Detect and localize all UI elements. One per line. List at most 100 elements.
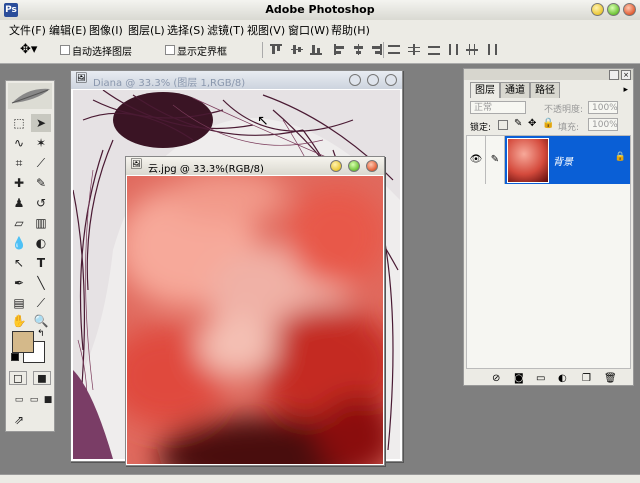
zoom-tool-icon[interactable]: 🔍	[31, 312, 51, 330]
clone-stamp-icon[interactable]: ♟	[9, 194, 29, 212]
fill-label: 填充:	[558, 123, 580, 133]
maximize-button[interactable]	[607, 3, 620, 16]
add-mask-icon[interactable]: ◙	[514, 373, 524, 384]
close-button[interactable]	[623, 3, 636, 16]
visibility-eye-icon[interactable]: 👁	[467, 136, 486, 184]
cursor-icon: ↖	[257, 113, 269, 129]
show-bounds-checkbox[interactable]	[165, 45, 175, 55]
type-tool-icon[interactable]: T	[31, 254, 51, 272]
eyedropper-icon[interactable]: ⟋	[31, 294, 51, 312]
menu-edit[interactable]: 编辑(E)	[49, 22, 87, 38]
menu-view[interactable]: 视图(V)	[247, 22, 285, 38]
move-tool-preset-icon[interactable]: ✥▾	[20, 42, 37, 57]
swap-colors-icon[interactable]: ↰	[37, 329, 45, 339]
doc-maximize-button[interactable]	[348, 160, 360, 172]
move-tool-icon[interactable]: ➤	[31, 114, 51, 132]
tab-channels[interactable]: 通道	[500, 82, 530, 98]
align-hcenter-icon[interactable]	[353, 44, 365, 55]
cloud-canvas[interactable]	[127, 176, 383, 464]
layer-selected-background[interactable]: 背景 🔒	[505, 136, 630, 184]
lasso-tool-icon[interactable]: ∿	[9, 134, 29, 152]
document-title-bar[interactable]: 🖼 云.jpg @ 33.3%(RGB/8)	[126, 157, 384, 175]
align-left-icon[interactable]	[334, 44, 346, 55]
standard-mode-icon[interactable]: ◻	[9, 371, 27, 385]
doc-close-button[interactable]	[385, 74, 397, 86]
options-bar: ✥▾ 自动选择图层 显示定界框	[0, 37, 640, 64]
distribute-vcenter-icon[interactable]	[408, 44, 420, 55]
line-tool-icon[interactable]: ╲	[31, 274, 51, 292]
blur-tool-icon[interactable]: 💧	[9, 234, 29, 252]
distribute-hcenter-icon[interactable]	[466, 44, 478, 55]
document-title: Diana @ 33.3% (图层 1,RGB/8)	[93, 78, 246, 89]
menu-select[interactable]: 选择(S)	[167, 22, 205, 38]
history-brush-icon[interactable]: ↺	[31, 194, 51, 212]
document-title-bar[interactable]: 🖼 Diana @ 33.3% (图层 1,RGB/8)	[71, 71, 402, 89]
layer-lock-icon: 🔒	[614, 152, 626, 162]
palette-menu-icon[interactable]: ▸	[623, 85, 628, 95]
minimize-button[interactable]	[591, 3, 604, 16]
separator	[383, 42, 384, 58]
menu-image[interactable]: 图像(I)	[89, 22, 123, 38]
palette-title-bar[interactable]: ×	[464, 69, 633, 80]
doc-minimize-button[interactable]	[330, 160, 342, 172]
document-window-cloud[interactable]: 🖼 云.jpg @ 33.3%(RGB/8)	[125, 156, 385, 466]
align-right-icon[interactable]	[370, 44, 382, 55]
adjustment-layer-icon[interactable]: ◐	[558, 373, 567, 384]
palette-minimize-button[interactable]	[609, 70, 619, 80]
distribute-left-icon[interactable]	[448, 44, 460, 55]
fill-input[interactable]: 100%	[588, 118, 618, 131]
lock-all-icon[interactable]: 🔒	[542, 118, 554, 129]
distribute-right-icon[interactable]	[485, 44, 497, 55]
blend-mode-select[interactable]: 正常	[470, 101, 526, 114]
brush-link-icon[interactable]: ✎	[486, 136, 505, 184]
eraser-tool-icon[interactable]: ▱	[9, 214, 29, 232]
layers-list: 👁 ✎ 背景 🔒	[466, 135, 631, 369]
link-layers-icon[interactable]: ⊘	[492, 373, 500, 384]
menu-layer[interactable]: 图层(L)	[128, 22, 165, 38]
foreground-color-swatch[interactable]	[12, 331, 34, 353]
notes-tool-icon[interactable]: ▤	[9, 294, 29, 312]
jump-to-imageready-icon[interactable]: ⇗	[9, 411, 29, 429]
palette-close-button[interactable]: ×	[621, 70, 631, 80]
lock-image-icon[interactable]: ✎	[514, 118, 522, 129]
path-select-icon[interactable]: ↖	[9, 254, 29, 272]
align-vcenter-icon[interactable]	[291, 44, 303, 55]
align-top-icon[interactable]	[270, 44, 282, 55]
menu-filter[interactable]: 滤镜(T)	[207, 22, 244, 38]
hand-tool-icon[interactable]: ✋	[9, 312, 29, 330]
healing-brush-icon[interactable]: ✚	[9, 174, 29, 192]
default-colors-icon[interactable]	[11, 353, 19, 361]
doc-maximize-button[interactable]	[367, 74, 379, 86]
app-title: Adobe Photoshop	[265, 3, 375, 16]
opacity-input[interactable]: 100%	[588, 101, 618, 114]
doc-close-button[interactable]	[366, 160, 378, 172]
gradient-tool-icon[interactable]: ▥	[31, 214, 51, 232]
delete-layer-icon[interactable]: 🗑	[604, 373, 617, 384]
distribute-bottom-icon[interactable]	[428, 44, 440, 55]
tab-layers[interactable]: 图层	[470, 82, 500, 98]
auto-select-checkbox[interactable]	[60, 45, 70, 55]
layer-row[interactable]: 👁 ✎ 背景 🔒	[467, 136, 630, 184]
screen-mode-full-icon[interactable]: ■	[38, 391, 58, 409]
menu-window[interactable]: 窗口(W)	[288, 22, 329, 38]
lock-transparency-icon[interactable]	[498, 120, 508, 130]
quickmask-mode-icon[interactable]: ◼	[33, 371, 51, 385]
pen-tool-icon[interactable]: ✒	[9, 274, 29, 292]
marquee-tool-icon[interactable]: ⬚	[9, 114, 29, 132]
menu-file[interactable]: 文件(F)	[9, 22, 46, 38]
brush-tool-icon[interactable]: ✎	[31, 174, 51, 192]
doc-minimize-button[interactable]	[349, 74, 361, 86]
lock-position-icon[interactable]: ✥	[528, 118, 536, 129]
tab-paths[interactable]: 路径	[530, 82, 560, 98]
crop-tool-icon[interactable]: ⌗	[9, 154, 29, 172]
magic-wand-icon[interactable]: ✶	[31, 134, 51, 152]
distribute-top-icon[interactable]	[388, 44, 400, 55]
document-icon: 🖼	[75, 73, 88, 84]
auto-select-label: 自动选择图层	[72, 47, 132, 58]
align-bottom-icon[interactable]	[310, 44, 322, 55]
slice-tool-icon[interactable]: ⟋	[31, 154, 51, 172]
new-layer-icon[interactable]: ❐	[582, 373, 591, 384]
menu-help[interactable]: 帮助(H)	[331, 22, 370, 38]
new-group-icon[interactable]: ▭	[536, 373, 545, 384]
dodge-tool-icon[interactable]: ◐	[31, 234, 51, 252]
